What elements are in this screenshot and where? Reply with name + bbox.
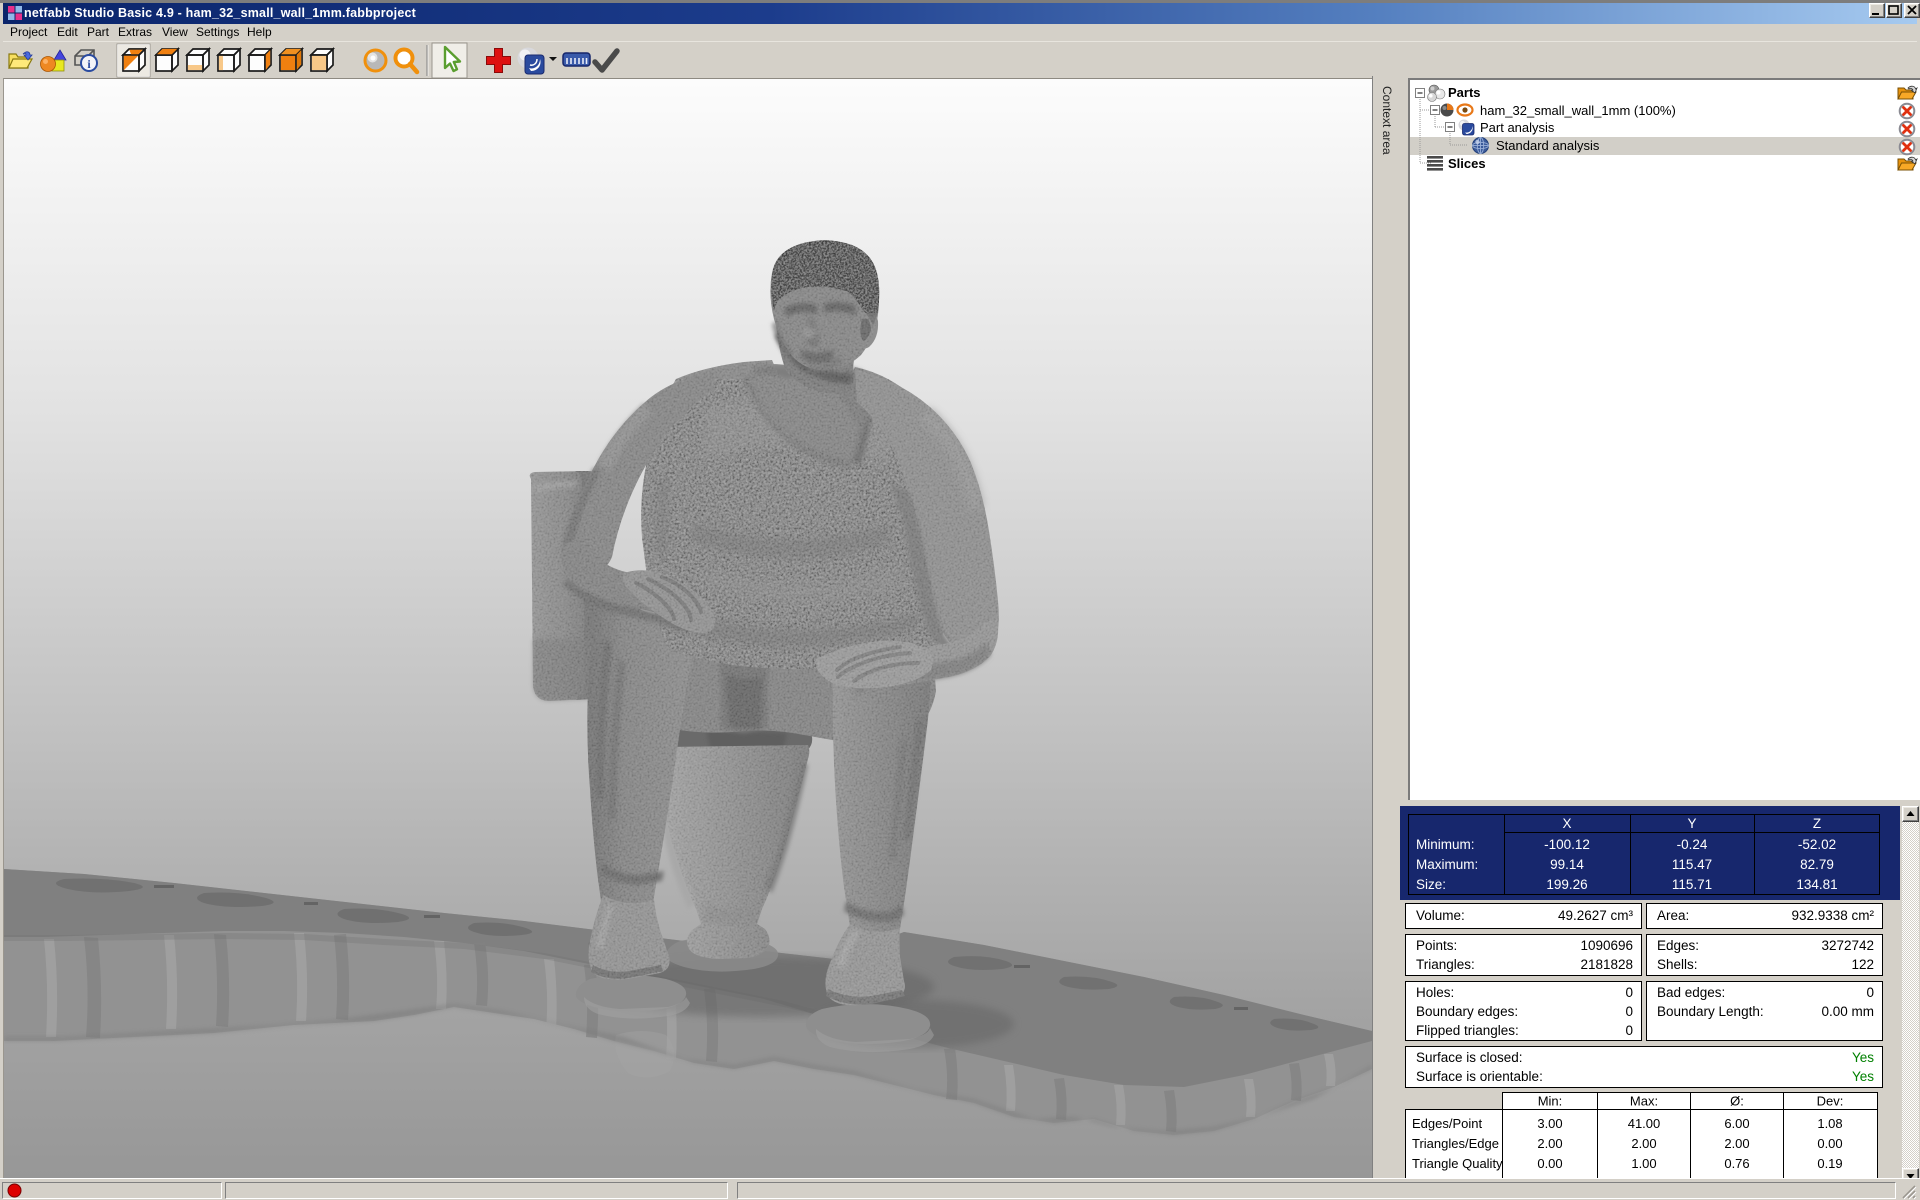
svg-text:Edges/Point: Edges/Point [1412, 1116, 1482, 1131]
svg-text:-0.24: -0.24 [1677, 837, 1708, 852]
svg-text:Min:: Min: [1538, 1094, 1563, 1109]
svg-text:Max:: Max: [1630, 1094, 1658, 1109]
svg-text:41.00: 41.00 [1628, 1116, 1661, 1131]
svg-text:0.76: 0.76 [1724, 1156, 1749, 1171]
svg-text:2.00: 2.00 [1724, 1136, 1749, 1151]
svg-text:-52.02: -52.02 [1798, 837, 1836, 852]
svg-text:-100.12: -100.12 [1544, 837, 1590, 852]
svg-text:0.19: 0.19 [1817, 1156, 1842, 1171]
svg-text:115.71: 115.71 [1672, 877, 1712, 892]
svg-text:199.26: 199.26 [1546, 877, 1587, 892]
svg-text:6.00: 6.00 [1724, 1116, 1749, 1131]
svg-text:Triangles/Edge: Triangles/Edge [1412, 1136, 1499, 1151]
svg-text:Size:: Size: [1416, 877, 1446, 892]
svg-text:0.00: 0.00 [1817, 1136, 1842, 1151]
svg-text:82.79: 82.79 [1800, 857, 1834, 872]
svg-text:Minimum:: Minimum: [1416, 837, 1475, 852]
svg-text:1.08: 1.08 [1817, 1116, 1842, 1131]
svg-text:0.00: 0.00 [1537, 1156, 1562, 1171]
svg-text:115.47: 115.47 [1672, 857, 1712, 872]
svg-text:Maximum:: Maximum: [1416, 857, 1478, 872]
svg-text:Z: Z [1813, 816, 1821, 831]
svg-text:X: X [1562, 816, 1571, 831]
svg-text:2.00: 2.00 [1537, 1136, 1562, 1151]
svg-text:Triangle Quality: Triangle Quality [1412, 1156, 1503, 1171]
svg-text:Dev:: Dev: [1817, 1094, 1844, 1109]
svg-text:1.00: 1.00 [1631, 1156, 1656, 1171]
svg-text:2.00: 2.00 [1631, 1136, 1656, 1151]
svg-text:Y: Y [1687, 816, 1696, 831]
svg-text:Ø:: Ø: [1730, 1094, 1744, 1109]
svg-text:99.14: 99.14 [1550, 857, 1584, 872]
svg-text:3.00: 3.00 [1537, 1116, 1562, 1131]
svg-text:134.81: 134.81 [1796, 877, 1837, 892]
